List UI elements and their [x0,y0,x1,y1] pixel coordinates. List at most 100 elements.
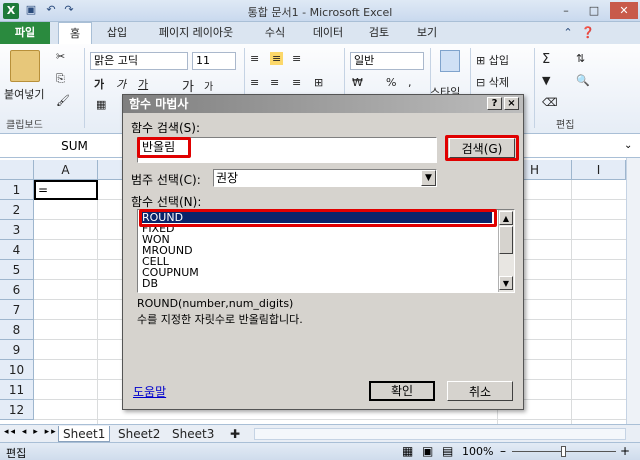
zoom-in-button[interactable]: + [620,444,630,458]
font-size-select[interactable]: 11 [192,52,236,70]
selected-function-highlight [139,209,497,227]
merge-icon[interactable]: ⊞ [314,76,323,89]
find-icon[interactable]: 🔍 [576,74,590,87]
search-button[interactable]: 검색(G) [449,138,515,158]
list-item[interactable]: MROUND [140,245,492,256]
edit-group-label: 편집 [556,120,575,131]
style-icon[interactable] [440,50,460,72]
sheet-nav-icon[interactable]: ◂◂ ◂ ▸ ▸▸ [4,427,58,437]
select-all-corner[interactable] [0,160,34,180]
dialog-help-button[interactable]: ? [487,97,502,110]
row-header[interactable]: 6 [0,280,34,300]
font-name-select[interactable]: 맑은 고딕 [90,52,188,70]
column-header-i[interactable]: I [572,160,626,180]
align-right-icon[interactable]: ≡ [292,76,301,89]
column-header-a[interactable]: A [34,160,98,180]
cell-a1[interactable]: = [34,180,98,200]
gridline [571,180,572,424]
scroll-down-icon[interactable]: ▼ [499,276,513,290]
tab-home[interactable]: 홈 [58,22,92,45]
status-mode: 편집 [6,447,27,460]
cancel-button[interactable]: 취소 [447,381,513,401]
row-header[interactable]: 11 [0,380,34,400]
grow-font-button[interactable]: 가 [182,76,194,95]
help-link[interactable]: 도움말 [133,383,166,400]
row-header[interactable]: 3 [0,220,34,240]
ribbon-minimize-icon[interactable]: ⌃ [560,22,576,44]
clear-icon[interactable]: ⌫ [542,96,558,109]
dialog-close-button[interactable]: × [504,97,519,110]
minimize-button[interactable]: – [552,2,580,19]
row-header[interactable]: 1 [0,180,34,200]
currency-icon[interactable]: ₩ [352,76,363,89]
delete-icon: ⊟ [476,76,486,89]
row-header[interactable]: 7 [0,300,34,320]
scroll-up-icon[interactable]: ▲ [499,211,513,225]
tab-review[interactable]: 검토 [362,22,396,44]
page-layout-view-icon[interactable]: ▣ [422,444,433,458]
close-button[interactable]: ✕ [610,2,638,19]
function-syntax: ROUND(number,num_digits) [137,297,294,310]
delete-cells-button[interactable]: ⊟ 삭제 [476,74,509,90]
align-middle-icon[interactable]: ≡ [270,52,284,65]
percent-button[interactable]: % [386,76,396,89]
zoom-slider-thumb[interactable] [561,446,566,457]
scroll-thumb[interactable] [499,226,513,254]
vertical-scrollbar[interactable] [626,158,640,426]
tab-view[interactable]: 보기 [410,22,444,44]
row-header[interactable]: 5 [0,260,34,280]
row-header[interactable]: 4 [0,240,34,260]
insert-sheet-icon[interactable]: ✚ [226,426,244,442]
comma-button[interactable]: , [408,76,412,89]
tab-insert[interactable]: 삽입 [100,22,134,44]
tab-file[interactable]: 파일 [0,22,50,44]
tab-formulas[interactable]: 수식 [258,22,292,44]
list-item[interactable]: COUPNUM [140,267,492,278]
function-search-input[interactable]: 반올림 [137,137,191,158]
paste-icon[interactable] [10,50,40,82]
sheet-tab-sheet2[interactable]: Sheet2 [114,426,164,442]
ok-button[interactable]: 확인 [369,381,435,401]
align-top-icon[interactable]: ≡ [250,52,259,65]
page-break-view-icon[interactable]: ▤ [442,444,453,458]
maximize-button[interactable]: □ [580,2,608,19]
paste-label[interactable]: 붙여넣기 [4,86,44,102]
border-icon[interactable]: ▦ [96,98,106,111]
autosum-button[interactable]: Σ [542,52,550,67]
zoom-out-button[interactable]: – [500,444,506,458]
bold-button[interactable]: 가 [94,76,104,92]
italic-button[interactable]: 가 [116,76,126,92]
zoom-level[interactable]: 100% [462,445,493,458]
align-left-icon[interactable]: ≡ [250,76,259,89]
row-header[interactable]: 12 [0,400,34,420]
fill-icon[interactable]: ▼ [542,74,550,87]
shrink-font-button[interactable]: 가 [204,78,213,93]
row-header[interactable]: 8 [0,320,34,340]
category-select[interactable]: 권장 [213,169,437,187]
tab-data[interactable]: 데이터 [306,22,350,44]
expand-formula-icon[interactable]: ⌄ [624,140,632,151]
number-format-select[interactable]: 일반 [350,52,424,70]
horizontal-scrollbar[interactable] [254,428,626,440]
list-item[interactable]: DB [140,278,492,289]
format-painter-icon[interactable]: 🖌 [56,94,70,107]
sort-filter-icon[interactable]: ⇅ [576,52,585,65]
row-header[interactable]: 10 [0,360,34,380]
tab-page-layout[interactable]: 페이지 레이아웃 [148,22,244,44]
help-icon[interactable]: ❓ [580,22,596,44]
row-header[interactable]: 2 [0,200,34,220]
list-item[interactable]: WON [140,234,492,245]
row-header[interactable]: 9 [0,340,34,360]
insert-cells-button[interactable]: ⊞ 삽입 [476,52,509,68]
align-bottom-icon[interactable]: ≡ [292,52,301,65]
sheet-tab-sheet3[interactable]: Sheet3 [168,426,218,442]
normal-view-icon[interactable]: ▦ [402,444,413,458]
align-center-icon[interactable]: ≡ [270,76,279,89]
sheet-tab-sheet1[interactable]: Sheet1 [58,426,111,442]
underline-button[interactable]: 가 [138,76,148,92]
copy-icon[interactable]: ⎘ [56,72,65,86]
select-function-label: 함수 선택(N): [131,195,202,209]
category-dropdown-icon[interactable]: ▼ [421,170,436,186]
delete-label: 삭제 [488,76,509,89]
cut-icon[interactable]: ✂ [56,50,65,63]
